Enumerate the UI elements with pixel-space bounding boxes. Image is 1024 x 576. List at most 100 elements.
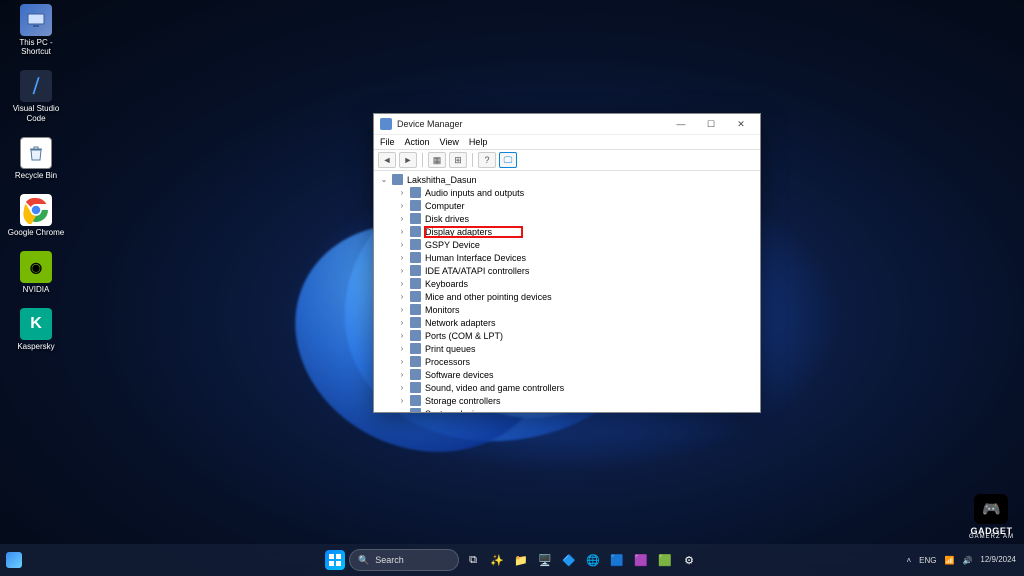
device-manager-taskbar-icon[interactable]: 🖥️ (535, 550, 555, 570)
vscode-taskbar-icon[interactable]: 🔷 (559, 550, 579, 570)
wifi-icon[interactable]: 📶 (944, 556, 954, 565)
explorer-taskbar-icon[interactable]: 📁 (511, 550, 531, 570)
tree-node[interactable]: ›Human Interface Devices (378, 251, 756, 264)
expand-icon[interactable]: › (398, 214, 406, 223)
tree-node[interactable]: › System devices (378, 407, 756, 412)
desktop-icon-nvidia[interactable]: ◉ NVIDIA (6, 251, 66, 294)
node-label: Keyboards (425, 279, 468, 289)
tree-node[interactable]: ›IDE ATA/ATAPI controllers (378, 264, 756, 277)
node-label: Mice and other pointing devices (425, 292, 552, 302)
desktop-icon-chrome[interactable]: Google Chrome (6, 194, 66, 237)
tree-node[interactable]: ›Display adapters (378, 225, 756, 238)
expand-icon[interactable]: › (398, 227, 406, 236)
language-indicator[interactable]: ENG (919, 556, 936, 565)
node-label: Monitors (425, 305, 460, 315)
taskbar-search[interactable]: 🔍 Search (349, 549, 459, 571)
expand-icon[interactable]: › (398, 279, 406, 288)
tree-node[interactable]: › GSPY Device (378, 238, 756, 251)
expand-icon[interactable]: › (398, 292, 406, 301)
tray-chevron-icon[interactable]: ˄ (906, 556, 911, 565)
expand-icon[interactable]: › (398, 318, 406, 327)
back-button[interactable]: ◄ (378, 152, 396, 168)
expand-icon[interactable]: › (398, 305, 406, 314)
desktop-icon-kaspersky[interactable]: K Kaspersky (6, 308, 66, 351)
menu-view[interactable]: View (440, 137, 459, 147)
tree-node[interactable]: ›Audio inputs and outputs (378, 186, 756, 199)
widgets-button[interactable] (6, 552, 22, 568)
tree-node[interactable]: › Mice and other pointing devices (378, 290, 756, 303)
expand-icon[interactable]: › (398, 266, 406, 275)
help-button[interactable]: ? (478, 152, 496, 168)
category-icon (410, 330, 421, 341)
node-label: Storage controllers (425, 396, 501, 406)
expand-icon[interactable]: › (398, 370, 406, 379)
desktop-icon-recyclebin[interactable]: Recycle Bin (6, 137, 66, 180)
menu-file[interactable]: File (380, 137, 395, 147)
expand-icon[interactable]: › (398, 357, 406, 366)
computer-icon (392, 174, 403, 185)
device-tree[interactable]: ⌄ Lakshitha_Dasun ›Audio inputs and outp… (374, 171, 760, 412)
tree-node[interactable]: › Processors (378, 355, 756, 368)
desktop-icon-label: NVIDIA (23, 285, 50, 294)
collapse-icon[interactable]: ⌄ (380, 175, 388, 184)
category-icon (410, 213, 421, 224)
steam-taskbar-icon[interactable]: ⚙ (679, 550, 699, 570)
properties-button[interactable]: ⊞ (449, 152, 467, 168)
root-label: Lakshitha_Dasun (407, 175, 477, 185)
node-label: Network adapters (425, 318, 496, 328)
desktop-icon-thispc[interactable]: This PC - Shortcut (6, 4, 66, 56)
desktop-icon-vscode[interactable]: ⧸ Visual Studio Code (6, 70, 66, 122)
tree-node[interactable]: ›Print queues (378, 342, 756, 355)
tree-root[interactable]: ⌄ Lakshitha_Dasun (378, 173, 756, 186)
category-icon (410, 239, 421, 250)
tree-node[interactable]: › Monitors (378, 303, 756, 316)
app3-taskbar-icon[interactable]: 🟩 (655, 550, 675, 570)
expand-icon[interactable]: › (398, 188, 406, 197)
minimize-button[interactable]: — (666, 114, 696, 134)
copilot-button[interactable]: ✨ (487, 550, 507, 570)
expand-icon[interactable]: › (398, 396, 406, 405)
tree-node[interactable]: ›Software devices (378, 368, 756, 381)
menu-help[interactable]: Help (469, 137, 488, 147)
expand-icon[interactable]: › (398, 331, 406, 340)
tree-node[interactable]: ›Sound, video and game controllers (378, 381, 756, 394)
desktop-icon-label: This PC - Shortcut (6, 38, 66, 56)
expand-icon[interactable]: › (398, 344, 406, 353)
taskbar: 🔍 Search ⧉ ✨ 📁 🖥️ 🔷 🌐 🟦 🟪 🟩 ⚙ ˄ ENG 📶 🔊 … (0, 544, 1024, 576)
close-button[interactable]: ✕ (726, 114, 756, 134)
category-icon (410, 382, 421, 393)
expand-icon[interactable]: › (398, 201, 406, 210)
expand-icon[interactable]: › (398, 383, 406, 392)
taskview-button[interactable]: ⧉ (463, 550, 483, 570)
expand-icon[interactable]: › (398, 240, 406, 249)
node-label: Computer (425, 201, 465, 211)
tree-node[interactable]: › Keyboards (378, 277, 756, 290)
expand-icon[interactable]: › (398, 253, 406, 262)
titlebar[interactable]: Device Manager — ☐ ✕ (374, 114, 760, 135)
scan-hardware-button[interactable]: 🖵 (499, 152, 517, 168)
menu-action[interactable]: Action (405, 137, 430, 147)
forward-button[interactable]: ► (399, 152, 417, 168)
app2-taskbar-icon[interactable]: 🟪 (631, 550, 651, 570)
tree-node[interactable]: › Computer (378, 199, 756, 212)
start-button[interactable] (325, 550, 345, 570)
volume-icon[interactable]: 🔊 (962, 556, 972, 565)
category-icon (410, 252, 421, 263)
tree-node[interactable]: ›Disk drives (378, 212, 756, 225)
maximize-button[interactable]: ☐ (696, 114, 726, 134)
details-view-button[interactable]: ▦ (428, 152, 446, 168)
tree-node[interactable]: ›Ports (COM & LPT) (378, 329, 756, 342)
tree-node[interactable]: › Storage controllers (378, 394, 756, 407)
tree-node[interactable]: › Network adapters (378, 316, 756, 329)
taskbar-clock[interactable]: 12/9/2024 (980, 556, 1016, 565)
node-label: GSPY Device (425, 240, 480, 250)
expand-icon[interactable]: › (398, 409, 406, 412)
chrome-taskbar-icon[interactable]: 🌐 (583, 550, 603, 570)
node-label: System devices (425, 409, 488, 413)
category-icon (410, 356, 421, 367)
category-icon (410, 291, 421, 302)
node-label: Processors (425, 357, 470, 367)
clock-date: 12/9/2024 (980, 556, 1016, 565)
category-icon (410, 200, 421, 211)
app-taskbar-icon[interactable]: 🟦 (607, 550, 627, 570)
